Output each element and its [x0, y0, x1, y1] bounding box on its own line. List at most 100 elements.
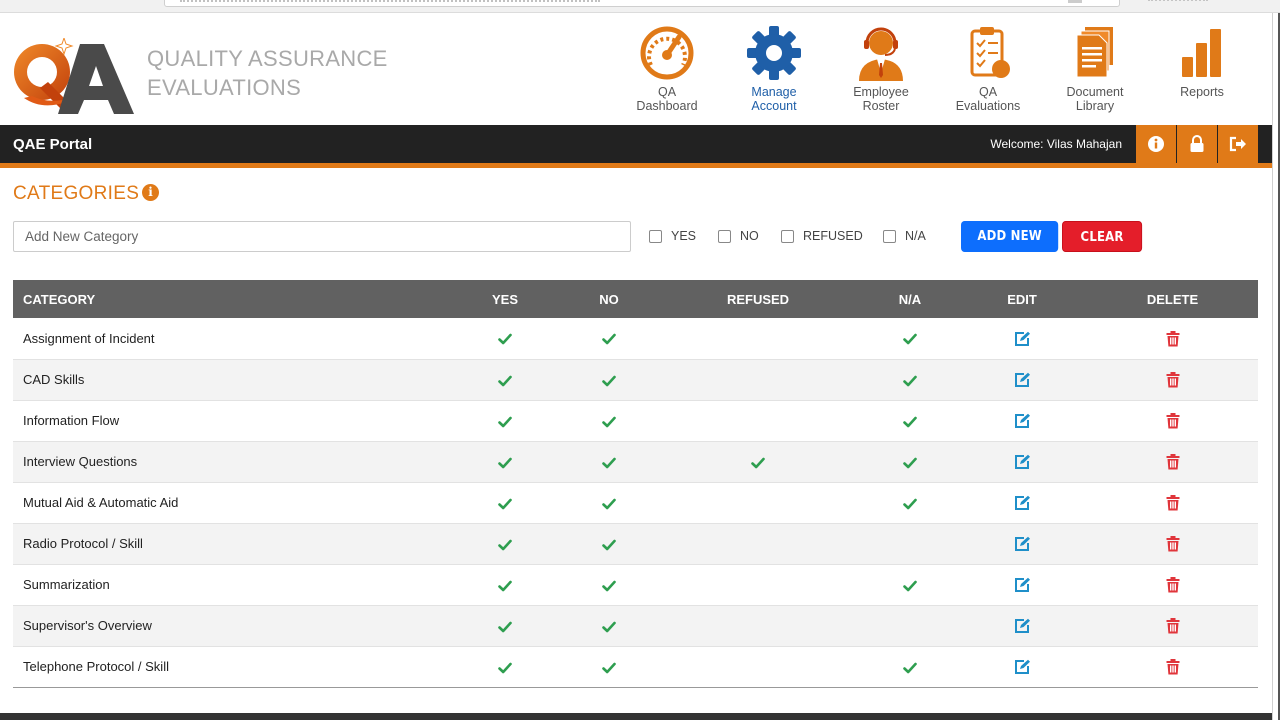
check-icon	[602, 457, 616, 468]
add-new-button[interactable]: ADD NEW	[961, 221, 1059, 252]
refused-cell	[653, 605, 863, 646]
check-icon	[498, 498, 512, 509]
edit-cell[interactable]	[957, 605, 1087, 646]
edit-cell[interactable]	[957, 318, 1087, 359]
trash-icon[interactable]	[1166, 330, 1180, 347]
nav-qa-evaluations[interactable]: QA Evaluations	[933, 25, 1043, 113]
checkbox-box[interactable]	[718, 229, 731, 243]
edit-icon[interactable]	[1014, 618, 1031, 634]
headset-operator-icon	[859, 27, 903, 81]
edit-cell[interactable]	[957, 359, 1087, 400]
header-refused[interactable]: REFUSED	[653, 280, 863, 318]
delete-cell[interactable]	[1087, 605, 1258, 646]
header-category[interactable]: CATEGORY	[13, 280, 445, 318]
add-category-input[interactable]	[13, 221, 631, 252]
trash-icon[interactable]	[1166, 453, 1180, 470]
portal-bar-accent	[0, 163, 1272, 168]
edit-cell[interactable]	[957, 482, 1087, 523]
yes-checkbox[interactable]: YES	[649, 229, 696, 243]
no-cell	[565, 605, 653, 646]
nav-label-line2: Roster	[862, 99, 900, 113]
edit-icon[interactable]	[1014, 331, 1031, 347]
table-row: Information Flow	[13, 400, 1258, 441]
edit-icon[interactable]	[1014, 454, 1031, 470]
yes-cell	[445, 646, 565, 687]
nav-label-line1: Manage	[751, 85, 797, 99]
categories-info-icon[interactable]: i	[142, 184, 159, 201]
edit-cell[interactable]	[957, 441, 1087, 482]
no-cell	[565, 646, 653, 687]
nav-label-line2: Account	[751, 99, 797, 113]
header-no[interactable]: NO	[565, 280, 653, 318]
edit-icon[interactable]	[1014, 372, 1031, 388]
delete-cell[interactable]	[1087, 318, 1258, 359]
table-row: Radio Protocol / Skill	[13, 523, 1258, 564]
nav-manage-account[interactable]: Manage Account	[719, 25, 829, 113]
address-bar-text	[180, 0, 600, 4]
lock-button[interactable]	[1177, 125, 1217, 163]
header-na[interactable]: N/A	[863, 280, 957, 318]
na-checkbox[interactable]: N/A	[883, 229, 926, 243]
trash-icon[interactable]	[1166, 576, 1180, 593]
nav-reports[interactable]: Reports	[1147, 25, 1257, 100]
info-button[interactable]	[1136, 125, 1176, 163]
no-cell	[565, 564, 653, 605]
delete-cell[interactable]	[1087, 359, 1258, 400]
browser-toolbar-icons[interactable]	[1148, 0, 1208, 3]
categories-table: CATEGORY YES NO REFUSED N/A EDIT DELETE …	[13, 280, 1258, 688]
edit-icon[interactable]	[1014, 495, 1031, 511]
refused-cell	[653, 646, 863, 687]
clear-button[interactable]: CLEAR	[1062, 221, 1143, 252]
check-icon	[498, 416, 512, 427]
lock-icon	[1190, 135, 1204, 152]
nav-label-line2: Library	[1075, 99, 1115, 113]
delete-cell[interactable]	[1087, 523, 1258, 564]
check-icon	[602, 416, 616, 427]
nav-label-line2: Dashboard	[636, 99, 698, 113]
delete-cell[interactable]	[1087, 441, 1258, 482]
na-cell	[863, 318, 957, 359]
nav-qa-dashboard[interactable]: QA Dashboard	[612, 25, 722, 113]
edit-cell[interactable]	[957, 646, 1087, 687]
header-yes[interactable]: YES	[445, 280, 565, 318]
delete-cell[interactable]	[1087, 482, 1258, 523]
edit-cell[interactable]	[957, 564, 1087, 605]
sign-out-button[interactable]	[1218, 125, 1258, 163]
window-bottom-edge	[0, 713, 1272, 720]
trash-icon[interactable]	[1166, 535, 1180, 552]
trash-icon[interactable]	[1166, 371, 1180, 388]
trash-icon[interactable]	[1166, 658, 1180, 675]
category-name: Radio Protocol / Skill	[23, 536, 143, 551]
trash-icon[interactable]	[1166, 412, 1180, 429]
checkbox-box[interactable]	[781, 229, 794, 243]
sign-out-icon	[1229, 136, 1246, 152]
nav-employee-roster[interactable]: Employee Roster	[826, 25, 936, 113]
gear-icon	[747, 26, 801, 80]
window-scrollbar[interactable]	[1272, 13, 1280, 720]
trash-icon[interactable]	[1166, 494, 1180, 511]
checkbox-box[interactable]	[649, 229, 662, 243]
edit-icon[interactable]	[1014, 536, 1031, 552]
edit-cell[interactable]	[957, 523, 1087, 564]
check-icon	[498, 580, 512, 591]
no-cell	[565, 523, 653, 564]
edit-cell[interactable]	[957, 400, 1087, 441]
na-cell	[863, 564, 957, 605]
checkbox-box[interactable]	[883, 229, 896, 243]
refused-cell	[653, 482, 863, 523]
edit-icon[interactable]	[1014, 659, 1031, 675]
delete-cell[interactable]	[1087, 400, 1258, 441]
category-name: Assignment of Incident	[23, 330, 155, 346]
edit-icon[interactable]	[1014, 413, 1031, 429]
refused-checkbox[interactable]: REFUSED	[781, 229, 863, 243]
edit-icon[interactable]	[1014, 577, 1031, 593]
no-checkbox[interactable]: NO	[718, 229, 759, 243]
delete-cell[interactable]	[1087, 564, 1258, 605]
na-cell	[863, 646, 957, 687]
nav-label-line1: Employee	[853, 85, 909, 99]
browser-toolbar-icon[interactable]	[1068, 0, 1082, 3]
trash-icon[interactable]	[1166, 617, 1180, 634]
delete-cell[interactable]	[1087, 646, 1258, 687]
nav-document-library[interactable]: Document Library	[1040, 25, 1150, 113]
qa-logo[interactable]: QA	[10, 38, 136, 120]
